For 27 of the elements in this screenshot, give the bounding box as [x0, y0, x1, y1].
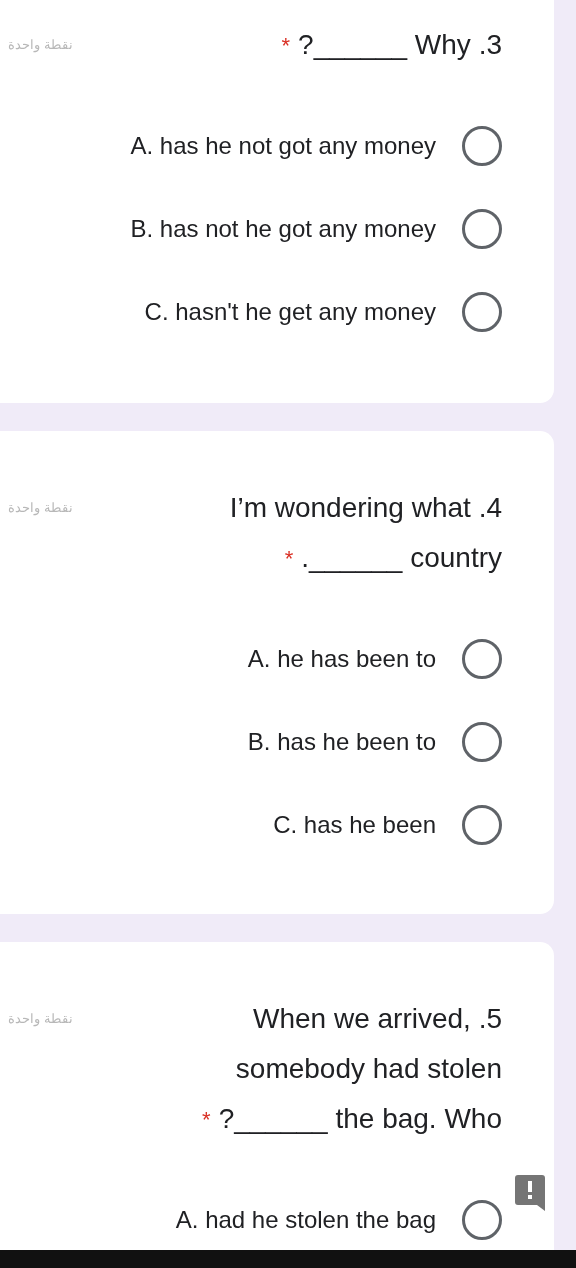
option-label[interactable]: C. has he been: [273, 806, 436, 843]
required-mark: *: [284, 544, 294, 573]
option-label[interactable]: B. has not he got any money: [130, 210, 436, 247]
radio-button[interactable]: [462, 721, 502, 762]
radio-button[interactable]: [462, 638, 502, 679]
feedback-icon[interactable]: [515, 1175, 545, 1211]
points-label: نقطة واحدة: [7, 499, 73, 518]
radio-button[interactable]: [462, 125, 502, 166]
question-text: somebody had stolen: [235, 1052, 502, 1086]
radio-button[interactable]: [462, 291, 502, 332]
option-label[interactable]: A. has he not got any money: [130, 127, 436, 164]
radio-button[interactable]: [462, 1199, 502, 1240]
points-label: نقطة واحدة: [7, 1010, 73, 1029]
option-label[interactable]: B. has he been to: [247, 723, 436, 760]
question-text: .______ country: [301, 541, 502, 575]
radio-button[interactable]: [462, 804, 502, 845]
points-label: نقطة واحدة: [7, 36, 73, 55]
question-text: ?______ Why .3: [298, 28, 502, 62]
question-text: ?______ the bag. Who: [218, 1102, 502, 1136]
question-text: When we arrived, .5: [253, 1002, 502, 1036]
option-label[interactable]: C. hasn't he get any money: [144, 293, 436, 330]
required-mark: *: [281, 31, 291, 60]
required-mark: *: [202, 1105, 211, 1134]
option-label[interactable]: A. had he stolen the bag: [175, 1201, 436, 1238]
radio-button[interactable]: [462, 208, 502, 249]
option-label[interactable]: A. he has been to: [247, 640, 436, 677]
question-text: I’m wondering what .4: [229, 491, 502, 525]
